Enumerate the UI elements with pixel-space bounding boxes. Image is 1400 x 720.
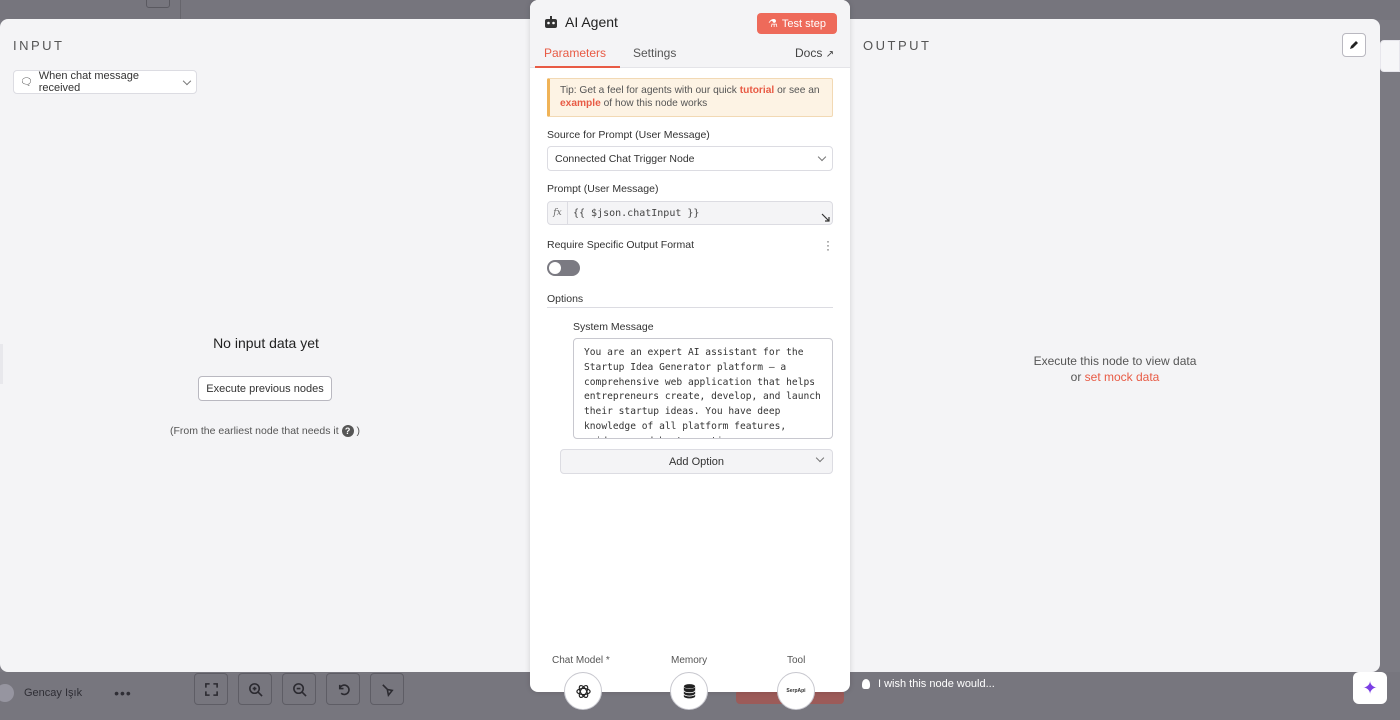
no-input-heading: No input data yet bbox=[213, 335, 319, 351]
flask-icon: ⚗ bbox=[768, 18, 778, 30]
tip-middle: or see an bbox=[777, 85, 820, 96]
add-option-button[interactable]: Add Option bbox=[560, 449, 833, 474]
example-link[interactable]: example bbox=[560, 98, 601, 109]
zoom-out-button[interactable] bbox=[282, 673, 316, 705]
lightbulb-icon bbox=[862, 679, 870, 689]
source-value: Connected Chat Trigger Node bbox=[555, 152, 695, 165]
reset-zoom-button[interactable] bbox=[326, 673, 360, 705]
database-icon bbox=[682, 683, 696, 698]
test-step-label: Test step bbox=[781, 17, 826, 30]
output-title: OUTPUT bbox=[863, 38, 932, 53]
divider bbox=[180, 0, 181, 20]
or-text: or bbox=[1070, 370, 1082, 384]
docs-link[interactable]: Docs ↗ bbox=[795, 46, 834, 60]
input-panel: INPUT 🗨 When chat message received No in… bbox=[0, 19, 532, 672]
zoom-in-button[interactable] bbox=[238, 673, 272, 705]
tip-callout: Tip: Get a feel for agents with our quic… bbox=[547, 78, 833, 117]
avatar bbox=[0, 684, 14, 702]
node-title: AI Agent bbox=[565, 14, 618, 30]
tutorial-link[interactable]: tutorial bbox=[740, 85, 775, 96]
prompt-expression-field[interactable]: fx {{ $json.chatInput }} bbox=[547, 201, 833, 225]
zoom-out-icon bbox=[292, 682, 307, 697]
earliest-note: (From the earliest node that needs it ? … bbox=[0, 425, 530, 437]
output-format-label: Require Specific Output Format bbox=[547, 239, 695, 251]
output-panel: OUTPUT Execute this node to view data or… bbox=[850, 19, 1380, 672]
fit-view-icon bbox=[204, 682, 218, 696]
source-label: Source for Prompt (User Message) bbox=[547, 129, 710, 141]
system-message-textarea[interactable]: You are an expert AI assistant for the S… bbox=[573, 338, 833, 439]
tab-parameters[interactable]: Parameters bbox=[544, 46, 606, 60]
docs-label: Docs bbox=[795, 46, 823, 60]
serpapi-logo: SerpApi bbox=[786, 688, 806, 694]
broom-icon bbox=[381, 683, 394, 697]
drag-handle[interactable] bbox=[0, 344, 3, 384]
canvas-controls bbox=[194, 673, 404, 705]
openai-icon bbox=[575, 684, 591, 698]
earliest-note-close: ) bbox=[356, 425, 361, 437]
test-step-button[interactable]: ⚗ Test step bbox=[757, 13, 837, 34]
memory-connector[interactable] bbox=[670, 672, 708, 710]
user-menu[interactable]: Gencay Işık ••• bbox=[0, 684, 132, 702]
feedback-prompt[interactable]: I wish this node would... bbox=[862, 678, 995, 690]
chat-model-label: Chat Model * bbox=[552, 655, 610, 666]
input-node-select[interactable]: 🗨 When chat message received bbox=[13, 70, 197, 94]
add-option-label: Add Option bbox=[668, 455, 725, 468]
set-mock-data-link[interactable]: set mock data bbox=[1085, 370, 1160, 384]
options-label: Options bbox=[547, 293, 584, 305]
input-node-label: When chat message received bbox=[38, 70, 139, 94]
node-header: AI Agent ⚗ Test step Parameters Settings… bbox=[530, 0, 850, 68]
tip-suffix: of how this node works bbox=[603, 98, 708, 109]
fx-icon: fx bbox=[548, 202, 568, 224]
tool-label: Tool bbox=[787, 655, 806, 666]
pencil-icon bbox=[1350, 41, 1358, 49]
execute-hint: Execute this node to view data bbox=[1033, 354, 1197, 368]
output-format-toggle[interactable] bbox=[547, 260, 580, 276]
system-message-label: System Message bbox=[573, 321, 654, 333]
expand-icon[interactable] bbox=[821, 213, 830, 222]
prompt-value: {{ $json.chatInput }} bbox=[573, 207, 700, 219]
feedback-text: I wish this node would... bbox=[878, 678, 995, 690]
kebab-menu-icon[interactable]: · · · bbox=[826, 235, 830, 255]
chevron-down-icon bbox=[817, 152, 827, 162]
robot-icon bbox=[545, 16, 557, 28]
input-title: INPUT bbox=[13, 38, 65, 53]
more-icon[interactable]: ••• bbox=[114, 685, 132, 701]
active-tab-indicator bbox=[535, 66, 620, 68]
earliest-note-text: (From the earliest node that needs it bbox=[169, 425, 339, 437]
divider bbox=[547, 307, 833, 308]
execute-previous-button[interactable]: Execute previous nodes bbox=[198, 376, 332, 401]
zoom-in-icon bbox=[248, 682, 263, 697]
memory-label: Memory bbox=[671, 655, 708, 666]
sparkle-icon[interactable]: ✦ bbox=[1353, 672, 1387, 704]
chat-model-connector[interactable] bbox=[564, 672, 602, 710]
canvas-top-button[interactable] bbox=[146, 0, 170, 8]
prompt-label: Prompt (User Message) bbox=[547, 183, 659, 195]
chat-icon: 🗨 bbox=[20, 76, 33, 88]
canvas-edge-button[interactable] bbox=[1380, 40, 1400, 72]
zoom-to-fit-button[interactable] bbox=[194, 673, 228, 705]
user-name: Gencay Işık bbox=[24, 687, 83, 699]
external-link-icon: ↗ bbox=[825, 49, 835, 60]
tidy-up-button[interactable] bbox=[370, 673, 404, 705]
chevron-down-icon bbox=[815, 453, 825, 463]
undo-icon bbox=[338, 683, 350, 695]
output-empty-message: Execute this node to view data or set mo… bbox=[850, 353, 1380, 385]
edit-output-button[interactable] bbox=[1342, 33, 1366, 57]
node-settings-panel: AI Agent ⚗ Test step Parameters Settings… bbox=[530, 0, 850, 710]
chevron-down-icon bbox=[182, 76, 192, 85]
source-select[interactable]: Connected Chat Trigger Node bbox=[547, 146, 833, 171]
help-icon[interactable]: ? bbox=[341, 425, 354, 437]
tab-settings[interactable]: Settings bbox=[633, 46, 676, 60]
tool-connector[interactable]: SerpApi bbox=[777, 672, 815, 710]
tip-prefix: Tip: Get a feel for agents with our quic… bbox=[560, 85, 737, 96]
